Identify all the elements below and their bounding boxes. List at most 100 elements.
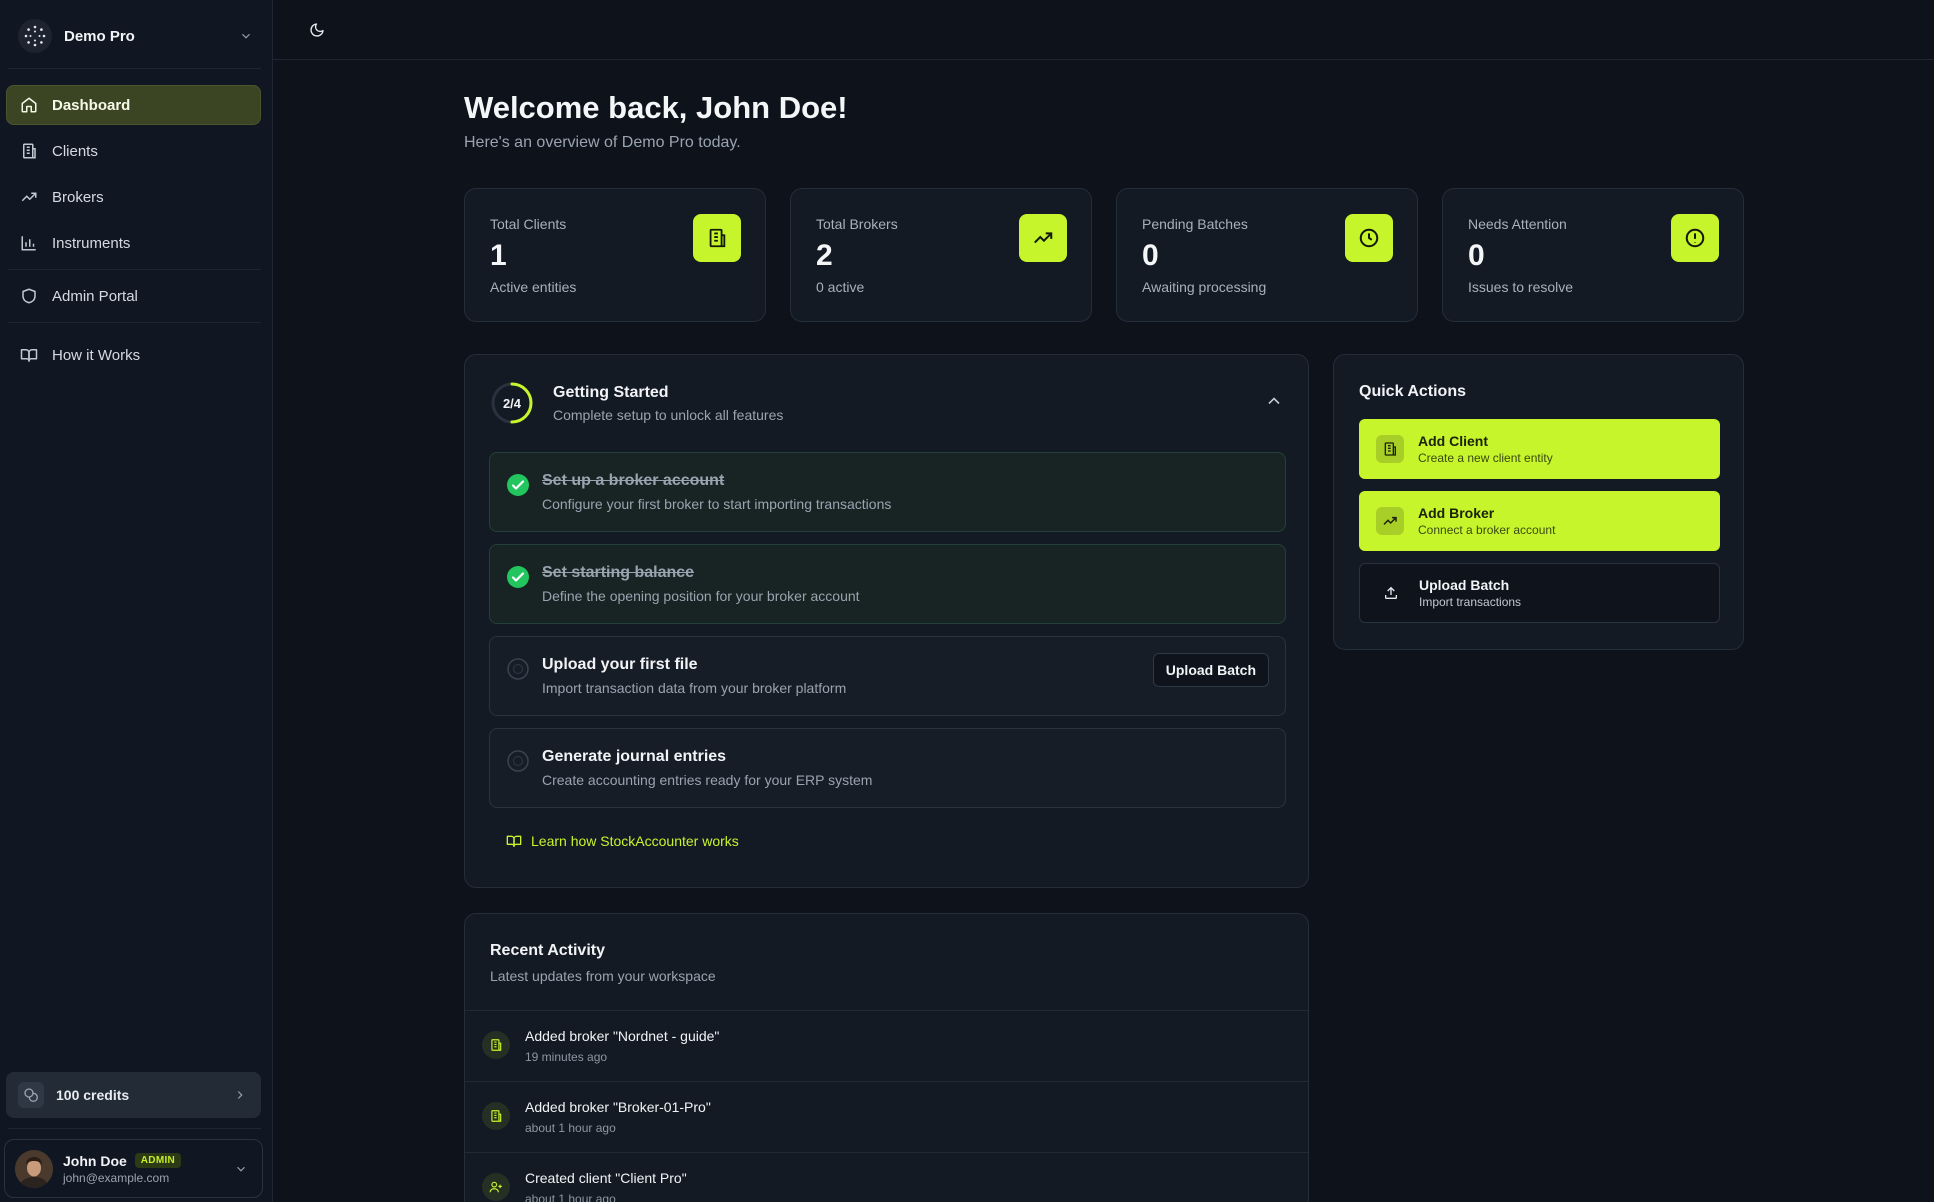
sidebar-item-dashboard[interactable]: Dashboard	[6, 85, 261, 125]
sidebar-item-how-it-works[interactable]: How it Works	[6, 335, 261, 375]
progress-ring: 2/4	[490, 381, 534, 425]
page-title: Welcome back, John Doe!	[464, 90, 848, 125]
chevron-right-icon	[233, 1088, 247, 1102]
step-title: Set starting balance	[542, 564, 695, 581]
activity-text: Added broker "Broker-01-Pro"	[525, 1099, 711, 1115]
quick-action-label: Add Broker	[1418, 505, 1495, 521]
step-title: Upload your first file	[542, 656, 698, 673]
chevron-up-icon[interactable]	[1264, 391, 1284, 411]
building-icon	[482, 1102, 510, 1130]
recent-activity-subtitle: Latest updates from your workspace	[490, 968, 716, 984]
stat-card-needs-attention[interactable]: Needs Attention 0 Issues to resolve	[1442, 188, 1744, 322]
activity-time: about 1 hour ago	[525, 1192, 616, 1202]
credits-button[interactable]: 100 credits	[6, 1072, 261, 1118]
user-info: John Doe ADMIN john@example.com	[63, 1153, 224, 1185]
user-email: john@example.com	[63, 1170, 170, 1185]
home-icon	[20, 96, 38, 114]
learn-link-label: Learn how StockAccounter works	[531, 833, 739, 849]
learn-how-it-works-link[interactable]: Learn how StockAccounter works	[506, 833, 739, 849]
building-icon	[1376, 435, 1404, 463]
getting-started-title: Getting Started	[553, 384, 669, 401]
role-badge: ADMIN	[134, 1153, 182, 1168]
sidebar-item-clients[interactable]: Clients	[6, 131, 261, 171]
stat-card-total-clients[interactable]: Total Clients 1 Active entities	[464, 188, 766, 322]
quick-action-subtitle: Connect a broker account	[1418, 523, 1556, 537]
stat-subtext: Issues to resolve	[1468, 279, 1574, 295]
setup-step-upload-file: Upload your first file Import transactio…	[489, 636, 1286, 716]
stat-label: Pending Batches	[1142, 216, 1248, 232]
quick-action-label: Upload Batch	[1419, 577, 1510, 593]
step-title: Set up a broker account	[542, 472, 725, 489]
sidebar-divider	[8, 269, 261, 270]
chevron-down-icon	[234, 1162, 248, 1176]
stat-value: 1	[490, 239, 507, 272]
getting-started-subtitle: Complete setup to unlock all features	[553, 407, 784, 423]
check-circle-icon	[506, 473, 530, 497]
clock-icon	[1345, 214, 1393, 262]
shield-icon	[20, 287, 38, 305]
sidebar-item-label: Clients	[52, 142, 98, 160]
sidebar-item-label: Admin Portal	[52, 287, 138, 305]
stat-subtext: Active entities	[490, 279, 577, 295]
stat-value: 0	[1142, 239, 1159, 272]
step-description: Create accounting entries ready for your…	[542, 772, 873, 788]
sidebar-item-instruments[interactable]: Instruments	[6, 223, 261, 263]
workspace-name: Demo Pro	[64, 27, 135, 45]
quick-action-subtitle: Import transactions	[1419, 595, 1522, 609]
activity-time: about 1 hour ago	[525, 1121, 616, 1135]
stat-subtext: Awaiting processing	[1142, 279, 1267, 295]
step-description: Configure your first broker to start imp…	[542, 496, 892, 512]
upload-batch-button[interactable]: Upload Batch	[1152, 653, 1269, 687]
activity-item[interactable]: Added broker "Broker-01-Pro" about 1 hou…	[465, 1081, 1308, 1152]
setup-step-broker-account: Set up a broker account Configure your f…	[489, 452, 1286, 532]
sidebar-item-admin-portal[interactable]: Admin Portal	[6, 276, 261, 316]
top-bar	[273, 0, 1934, 60]
quick-action-label: Add Client	[1418, 433, 1488, 449]
getting-started-card: 2/4 Getting Started Complete setup to un…	[464, 354, 1309, 888]
stat-card-pending-batches[interactable]: Pending Batches 0 Awaiting processing	[1116, 188, 1418, 322]
user-menu[interactable]: John Doe ADMIN john@example.com	[4, 1139, 263, 1198]
activity-time: 19 minutes ago	[525, 1050, 608, 1064]
building-icon	[693, 214, 741, 262]
stat-subtext: 0 active	[816, 279, 865, 295]
trending-up-icon	[1376, 507, 1404, 535]
theme-toggle-moon-icon[interactable]	[305, 18, 329, 42]
coins-icon	[18, 1082, 44, 1108]
chevron-down-icon	[239, 29, 253, 43]
sidebar-item-brokers[interactable]: Brokers	[6, 177, 261, 217]
avatar	[15, 1149, 53, 1188]
activity-item[interactable]: Added broker "Nordnet - guide" 19 minute…	[465, 1010, 1308, 1081]
trending-up-icon	[20, 188, 38, 206]
workspace-logo-icon	[18, 19, 52, 53]
setup-step-journal-entries: Generate journal entries Create accounti…	[489, 728, 1286, 808]
page-subtitle: Here's an overview of Demo Pro today.	[464, 134, 741, 151]
recent-activity-card: Recent Activity Latest updates from your…	[464, 913, 1309, 1202]
circle-icon	[506, 657, 530, 681]
user-name: John Doe	[63, 1152, 127, 1169]
alert-circle-icon	[1671, 214, 1719, 262]
add-client-button[interactable]: Add Client Create a new client entity	[1359, 419, 1720, 479]
sidebar-item-label: Dashboard	[52, 96, 131, 114]
sidebar-divider	[8, 1128, 261, 1129]
check-circle-icon	[506, 565, 530, 589]
workspace-switcher[interactable]: Demo Pro	[14, 16, 259, 56]
add-broker-button[interactable]: Add Broker Connect a broker account	[1359, 491, 1720, 551]
book-open-icon	[20, 346, 38, 364]
upload-batch-quick-button[interactable]: Upload Batch Import transactions	[1359, 563, 1720, 623]
sidebar: Demo Pro Dashboard Clients Brokers Instr…	[0, 0, 273, 1202]
sidebar-item-label: Instruments	[52, 234, 131, 252]
book-open-icon	[506, 833, 522, 849]
step-description: Import transaction data from your broker…	[542, 680, 847, 696]
quick-actions-title: Quick Actions	[1359, 383, 1466, 400]
stat-card-total-brokers[interactable]: Total Brokers 2 0 active	[790, 188, 1092, 322]
step-description: Define the opening position for your bro…	[542, 588, 860, 604]
credits-label: 100 credits	[56, 1087, 130, 1103]
building-icon	[20, 142, 38, 160]
activity-text: Added broker "Nordnet - guide"	[525, 1028, 720, 1044]
progress-text: 2/4	[502, 395, 522, 411]
user-plus-icon	[482, 1173, 510, 1201]
activity-item[interactable]: Created client "Client Pro" about 1 hour…	[465, 1152, 1308, 1202]
sidebar-item-label: How it Works	[52, 346, 141, 364]
stat-label: Total Clients	[490, 216, 567, 232]
setup-step-starting-balance: Set starting balance Define the opening …	[489, 544, 1286, 624]
